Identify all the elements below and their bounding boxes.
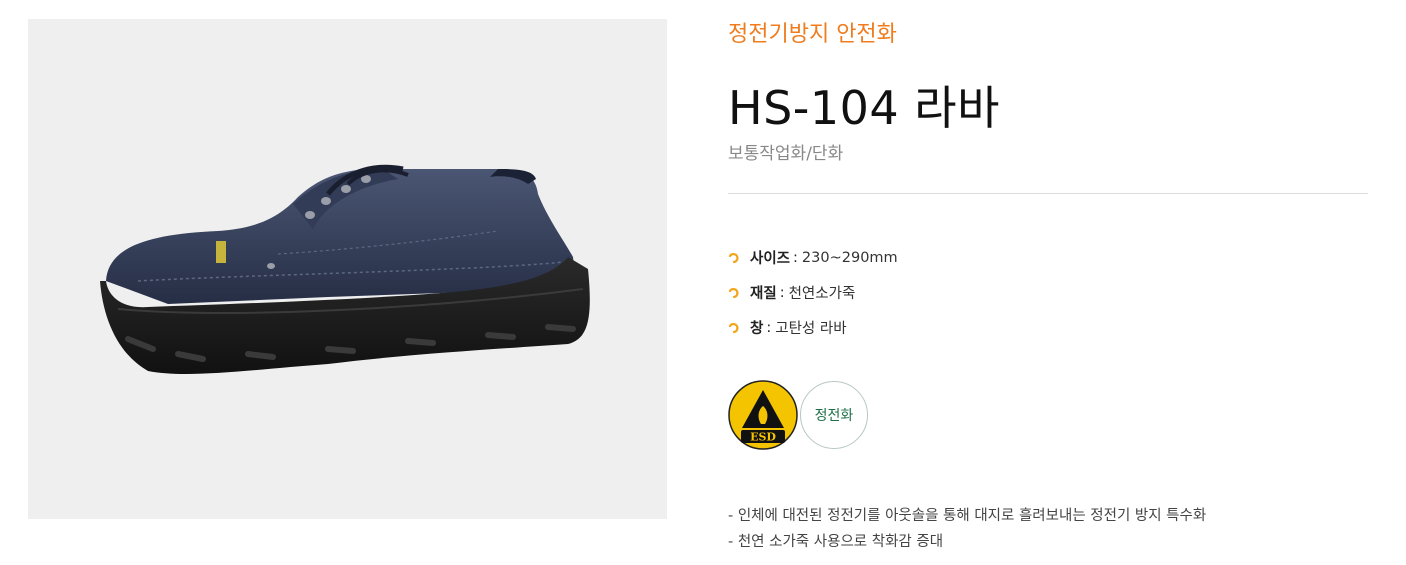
product-image — [100, 164, 590, 374]
esd-label: ESD — [750, 431, 776, 444]
product-image-panel — [28, 19, 667, 519]
orange-arc-icon — [728, 322, 739, 333]
spec-item-material: 재질 : 천연소가죽 — [728, 275, 898, 310]
spec-value: 천연소가죽 — [788, 286, 856, 302]
product-title: HS-104 라바 — [728, 81, 1000, 135]
antistatic-cert-badge: 정전화 — [800, 381, 868, 449]
orange-arc-icon — [728, 287, 739, 298]
spec-label: 사이즈 — [750, 251, 791, 267]
product-category: 정전기방지 안전화 — [728, 22, 897, 47]
section-divider — [728, 193, 1368, 194]
spec-value: 230~290mm — [801, 249, 898, 266]
esd-badge-icon: ESD — [728, 380, 798, 450]
spec-item-size: 사이즈 : 230~290mm — [728, 240, 898, 275]
spec-separator: : — [766, 319, 772, 336]
product-subtitle: 보통작업화/단화 — [728, 144, 844, 164]
description-line: - 천연 소가죽 사용으로 착화감 증대 — [728, 534, 944, 550]
spec-separator: : — [779, 284, 785, 301]
spec-label: 창 — [750, 321, 764, 337]
product-info: 정전기방지 안전화 HS-104 라바 보통작업화/단화 사이즈 : 230~2… — [728, 0, 1368, 565]
spec-value: 고탄성 라바 — [775, 321, 847, 337]
orange-arc-icon — [728, 252, 739, 263]
product-description: - 인체에 대전된 정전기를 아웃솔을 통해 대지로 흘려보내는 정전기 방지 … — [728, 503, 1206, 555]
spec-label: 재질 — [750, 286, 777, 302]
certification-badges: ESD 정전화 — [728, 380, 868, 450]
spec-item-sole: 창 : 고탄성 라바 — [728, 310, 898, 345]
description-line: - 인체에 대전된 정전기를 아웃솔을 통해 대지로 흘려보내는 정전기 방지 … — [728, 508, 1207, 524]
spec-separator: : — [793, 249, 798, 266]
spec-list: 사이즈 : 230~290mm 재질 : 천연소가죽 창 : 고탄성 라바 — [728, 240, 898, 345]
